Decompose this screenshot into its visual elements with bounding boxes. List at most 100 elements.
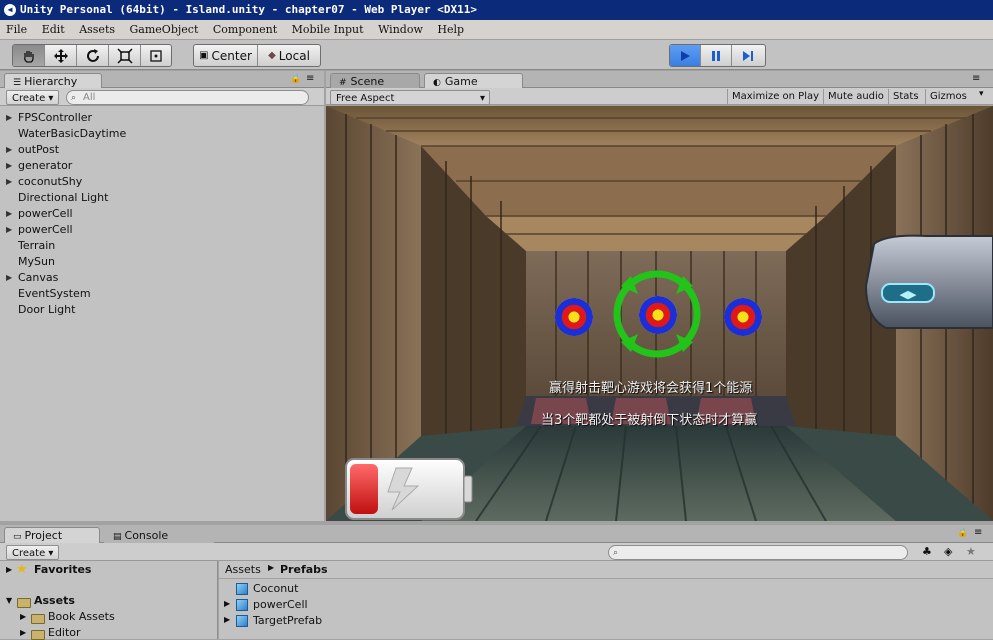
tab-console[interactable]: ▤ Console <box>104 527 214 544</box>
collapse-arrow-icon[interactable]: ▼ <box>6 596 12 605</box>
menu-help[interactable]: Help <box>431 20 469 39</box>
expand-arrow-icon[interactable]: ▶ <box>6 110 12 126</box>
play-button[interactable] <box>670 45 701 66</box>
rect-tool-button[interactable] <box>141 45 171 66</box>
project-file-item[interactable]: powerCell <box>253 597 308 613</box>
expand-arrow-icon[interactable]: ▶ <box>20 612 26 621</box>
hierarchy-item-label: outPost <box>18 143 60 156</box>
expand-arrow-icon[interactable]: ▶ <box>6 206 12 222</box>
project-file-item[interactable]: TargetPrefab <box>253 613 322 629</box>
shooting-target-center <box>639 296 677 334</box>
folder-editor[interactable]: Editor <box>48 626 81 639</box>
stats-toggle[interactable]: Stats <box>888 89 923 104</box>
hand-tool-button[interactable] <box>13 45 45 66</box>
game-view[interactable]: ◀▶ 赢得射击靶心游戏将会获得1个能源 当3个靶都处于被射倒下状态时才算赢 <box>326 106 993 521</box>
console-icon: ▤ <box>113 532 122 542</box>
filter-by-type-icon[interactable]: ♣ <box>922 545 932 558</box>
folder-book-assets[interactable]: Book Assets <box>48 610 115 623</box>
hierarchy-item-label: Directional Light <box>18 191 109 204</box>
hierarchy-item[interactable]: ▶ coconutShy <box>0 174 320 190</box>
step-button[interactable] <box>732 45 763 66</box>
menu-assets[interactable]: Assets <box>73 20 120 39</box>
hierarchy-item[interactable]: EventSystem <box>0 286 320 302</box>
expand-arrow-icon[interactable]: ▶ <box>6 565 12 574</box>
scale-tool-button[interactable] <box>109 45 141 66</box>
expand-arrow-icon[interactable]: ▶ <box>6 270 12 286</box>
mute-audio-toggle[interactable]: Mute audio <box>823 89 888 104</box>
space-local-button[interactable]: ◆ Local <box>258 45 320 66</box>
hand-icon <box>23 50 34 63</box>
expand-arrow-icon[interactable]: ▶ <box>224 615 230 624</box>
expand-arrow-icon[interactable]: ▶ <box>6 174 12 190</box>
create-label: Create <box>12 93 46 104</box>
scale-icon <box>116 47 133 64</box>
tab-project[interactable]: ▭ Project <box>4 527 100 544</box>
svg-text:◀▶: ◀▶ <box>900 288 917 301</box>
panel-menu-icon[interactable]: ≡ <box>306 73 314 84</box>
menu-file[interactable]: File <box>0 20 32 39</box>
view-menu-icon[interactable]: ≡ <box>972 73 980 84</box>
hierarchy-create-dropdown[interactable]: Create ▾ <box>6 90 59 105</box>
favorite-star-icon[interactable]: ★ <box>966 545 976 558</box>
lock-icon[interactable]: 🔒 <box>957 528 968 538</box>
assets-label[interactable]: Assets <box>34 594 75 607</box>
pause-button[interactable] <box>701 45 732 66</box>
expand-arrow-icon[interactable]: ▶ <box>6 222 12 238</box>
filter-by-label-icon[interactable]: ◈ <box>944 545 952 558</box>
hierarchy-item[interactable]: ▶ powerCell <box>0 222 320 238</box>
pivot-center-label: Center <box>211 48 252 63</box>
gizmos-toggle[interactable]: Gizmos <box>925 89 971 104</box>
breadcrumb-assets[interactable]: Assets <box>225 563 261 576</box>
expand-arrow-icon[interactable]: ▶ <box>6 142 12 158</box>
hierarchy-item[interactable]: ▶ Canvas <box>0 270 320 286</box>
hierarchy-item[interactable]: ▶ FPSController <box>0 110 320 126</box>
pivot-toggles: ▣ Center ◆ Local <box>193 44 321 67</box>
aspect-dropdown[interactable]: Free Aspect ▾ <box>330 90 490 105</box>
search-icon: ⌕ <box>613 548 619 558</box>
project-search-input[interactable]: ⌕ <box>608 545 908 560</box>
space-local-label: Local <box>278 48 310 63</box>
step-icon <box>742 50 753 61</box>
pivot-center-button[interactable]: ▣ Center <box>194 45 258 66</box>
hierarchy-item-label: MySun <box>18 255 55 268</box>
breadcrumb-prefabs[interactable]: Prefabs <box>280 563 328 576</box>
hierarchy-item[interactable]: ▶ outPost <box>0 142 320 158</box>
hierarchy-item[interactable]: Terrain <box>0 238 320 254</box>
rect-icon <box>150 49 162 62</box>
expand-arrow-icon[interactable]: ▶ <box>6 158 12 174</box>
rotate-icon <box>86 48 99 62</box>
hierarchy-search-input[interactable]: ⌕ All <box>66 90 309 105</box>
folder-icon <box>17 598 31 608</box>
project-create-dropdown[interactable]: Create ▾ <box>6 545 59 560</box>
project-tabstrip: ▭ Project ▤ Console 🔒 ≡ <box>0 525 993 544</box>
menu-edit[interactable]: Edit <box>36 20 70 39</box>
hierarchy-item[interactable]: ▶ generator <box>0 158 320 174</box>
hierarchy-item-label: Canvas <box>18 271 59 284</box>
hierarchy-item[interactable]: WaterBasicDaytime <box>0 126 320 142</box>
expand-arrow-icon[interactable]: ▶ <box>20 628 26 637</box>
favorites-label[interactable]: Favorites <box>34 563 91 576</box>
gizmos-dropdown-icon[interactable]: ▾ <box>979 89 984 99</box>
panel-menu-icon[interactable]: ≡ <box>974 527 982 538</box>
menu-component[interactable]: Component <box>207 20 282 39</box>
hierarchy-item[interactable]: Door Light <box>0 302 320 318</box>
hierarchy-item[interactable]: ▶ powerCell <box>0 206 320 222</box>
expand-arrow-icon[interactable]: ▶ <box>224 599 230 608</box>
lock-icon[interactable]: 🔒 <box>290 74 301 84</box>
hierarchy-item[interactable]: Directional Light <box>0 190 320 206</box>
search-placeholder: All <box>83 92 96 103</box>
move-tool-button[interactable] <box>45 45 77 66</box>
maximize-on-play-toggle[interactable]: Maximize on Play <box>727 89 823 104</box>
folder-icon <box>31 614 45 624</box>
play-icon <box>681 50 690 61</box>
menu-gameobject[interactable]: GameObject <box>124 20 204 39</box>
menu-mobile-input[interactable]: Mobile Input <box>286 20 369 39</box>
local-cube-icon: ◆ <box>268 50 276 61</box>
main-toolbar: ▣ Center ◆ Local <box>0 40 993 70</box>
project-file-item[interactable]: Coconut <box>253 581 298 597</box>
hierarchy-item[interactable]: MySun <box>0 254 320 270</box>
menu-window[interactable]: Window <box>372 20 428 39</box>
search-icon: ⌕ <box>71 93 77 103</box>
prefab-cube-icon <box>236 615 248 627</box>
rotate-tool-button[interactable] <box>77 45 109 66</box>
